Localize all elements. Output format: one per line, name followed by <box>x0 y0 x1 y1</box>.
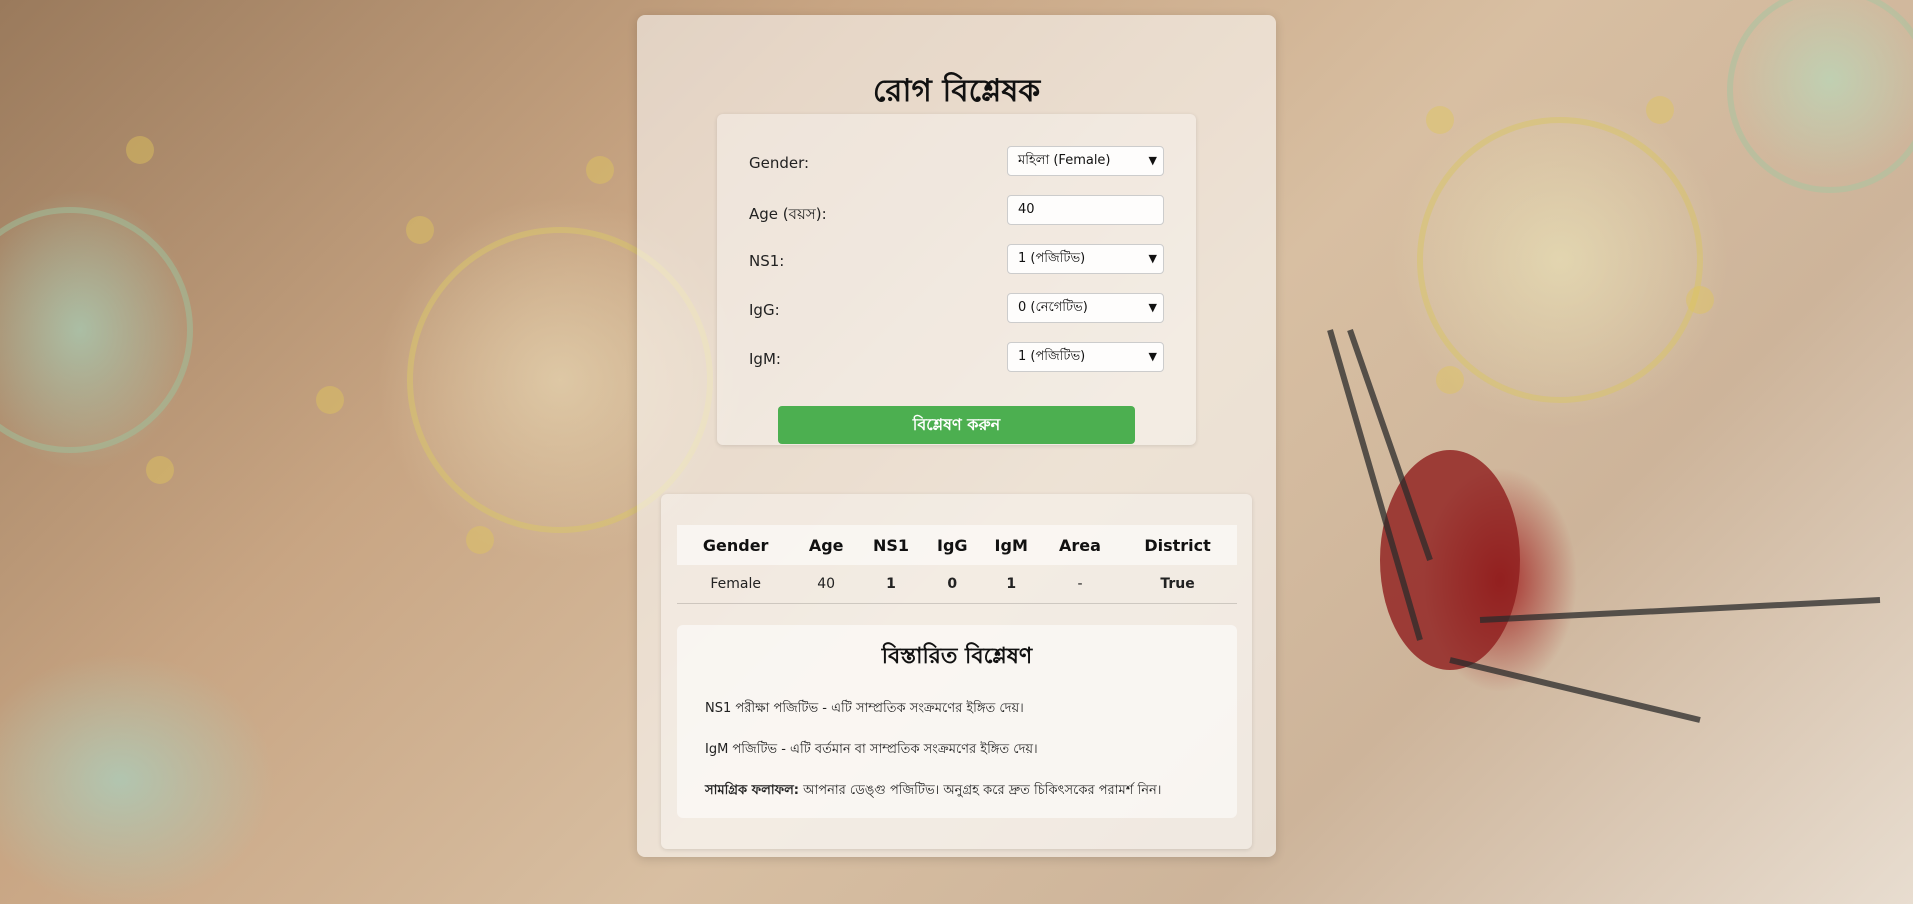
detail-summary: সামগ্রিক ফলাফল: আপনার ডেঙ্গু পজিটিভ। অনু… <box>705 781 1161 802</box>
detail-line-igm: IgM পজিটিভ - এটি বর্তমান বা সাম্প্রতিক স… <box>705 742 1038 757</box>
detail-title: বিস্তারিত বিশ্লেষণ <box>881 643 1033 669</box>
results-panel: Gender Age NS1 IgG IgM Area District Fem… <box>661 494 1252 849</box>
header-area: Area <box>1041 525 1119 565</box>
chevron-down-icon: ▼ <box>1148 301 1157 314</box>
summary-label: সামগ্রিক ফলাফল: <box>705 783 799 798</box>
analyzer-card: রোগ বিশ্লেষক Gender: মহিলা (Female) ▼ Ag… <box>637 15 1276 857</box>
igm-label: IgM: <box>749 350 781 368</box>
input-form: Gender: মহিলা (Female) ▼ Age (বয়স): 40 … <box>717 114 1196 445</box>
age-input-value: 40 <box>1018 202 1035 217</box>
igm-select-value: 1 (পজিটিভ) <box>1018 349 1086 364</box>
chevron-down-icon: ▼ <box>1148 350 1157 363</box>
page-title: রোগ বিশ্লেষক <box>872 73 1041 109</box>
detailed-analysis: বিস্তারিত বিশ্লেষণ NS1 পরীক্ষা পজিটিভ - … <box>677 625 1237 818</box>
cell-area: - <box>1041 565 1119 604</box>
gender-select[interactable]: মহিলা (Female) ▼ <box>1007 146 1164 176</box>
gender-select-value: মহিলা (Female) <box>1018 153 1111 168</box>
header-age: Age <box>794 525 858 565</box>
header-gender: Gender <box>677 525 795 565</box>
igm-select[interactable]: 1 (পজিটিভ) ▼ <box>1007 342 1164 372</box>
age-label: Age (বয়স): <box>749 205 827 223</box>
header-igm: IgM <box>980 525 1042 565</box>
igm-row: IgM: 1 (পজিটিভ) ▼ <box>749 342 1164 374</box>
detail-line-ns1: NS1 পরীক্ষা পজিটিভ - এটি সাম্প্রতিক সংক্… <box>705 701 1024 716</box>
ns1-select[interactable]: 1 (পজিটিভ) ▼ <box>1007 244 1164 274</box>
results-table: Gender Age NS1 IgG IgM Area District Fem… <box>677 525 1237 604</box>
analyze-button[interactable]: বিশ্লেষণ করুন <box>778 406 1135 444</box>
table-row: Female 40 1 0 1 - True <box>677 565 1237 604</box>
cell-district: True <box>1118 565 1237 604</box>
cell-ns1: 1 <box>858 565 925 604</box>
gender-label: Gender: <box>749 154 810 172</box>
igg-row: IgG: 0 (নেগেটিভ) ▼ <box>749 293 1164 325</box>
cell-igm: 1 <box>980 565 1042 604</box>
cell-gender: Female <box>677 565 795 604</box>
igg-select-value: 0 (নেগেটিভ) <box>1018 300 1088 315</box>
summary-text: আপনার ডেঙ্গু পজিটিভ। অনুগ্রহ করে দ্রুত চ… <box>799 783 1162 798</box>
gender-row: Gender: মহিলা (Female) ▼ <box>749 146 1164 178</box>
chevron-down-icon: ▼ <box>1148 252 1157 265</box>
age-input[interactable]: 40 <box>1007 195 1164 225</box>
age-row: Age (বয়স): 40 <box>749 195 1164 227</box>
ns1-row: NS1: 1 (পজিটিভ) ▼ <box>749 244 1164 276</box>
igg-select[interactable]: 0 (নেগেটিভ) ▼ <box>1007 293 1164 323</box>
igg-label: IgG: <box>749 301 780 319</box>
ns1-label: NS1: <box>749 252 785 270</box>
ns1-select-value: 1 (পজিটিভ) <box>1018 251 1086 266</box>
header-district: District <box>1118 525 1237 565</box>
header-ns1: NS1 <box>858 525 925 565</box>
chevron-down-icon: ▼ <box>1148 154 1157 167</box>
header-igg: IgG <box>924 525 981 565</box>
cell-age: 40 <box>794 565 858 604</box>
cell-igg: 0 <box>924 565 981 604</box>
table-header-row: Gender Age NS1 IgG IgM Area District <box>677 525 1237 565</box>
